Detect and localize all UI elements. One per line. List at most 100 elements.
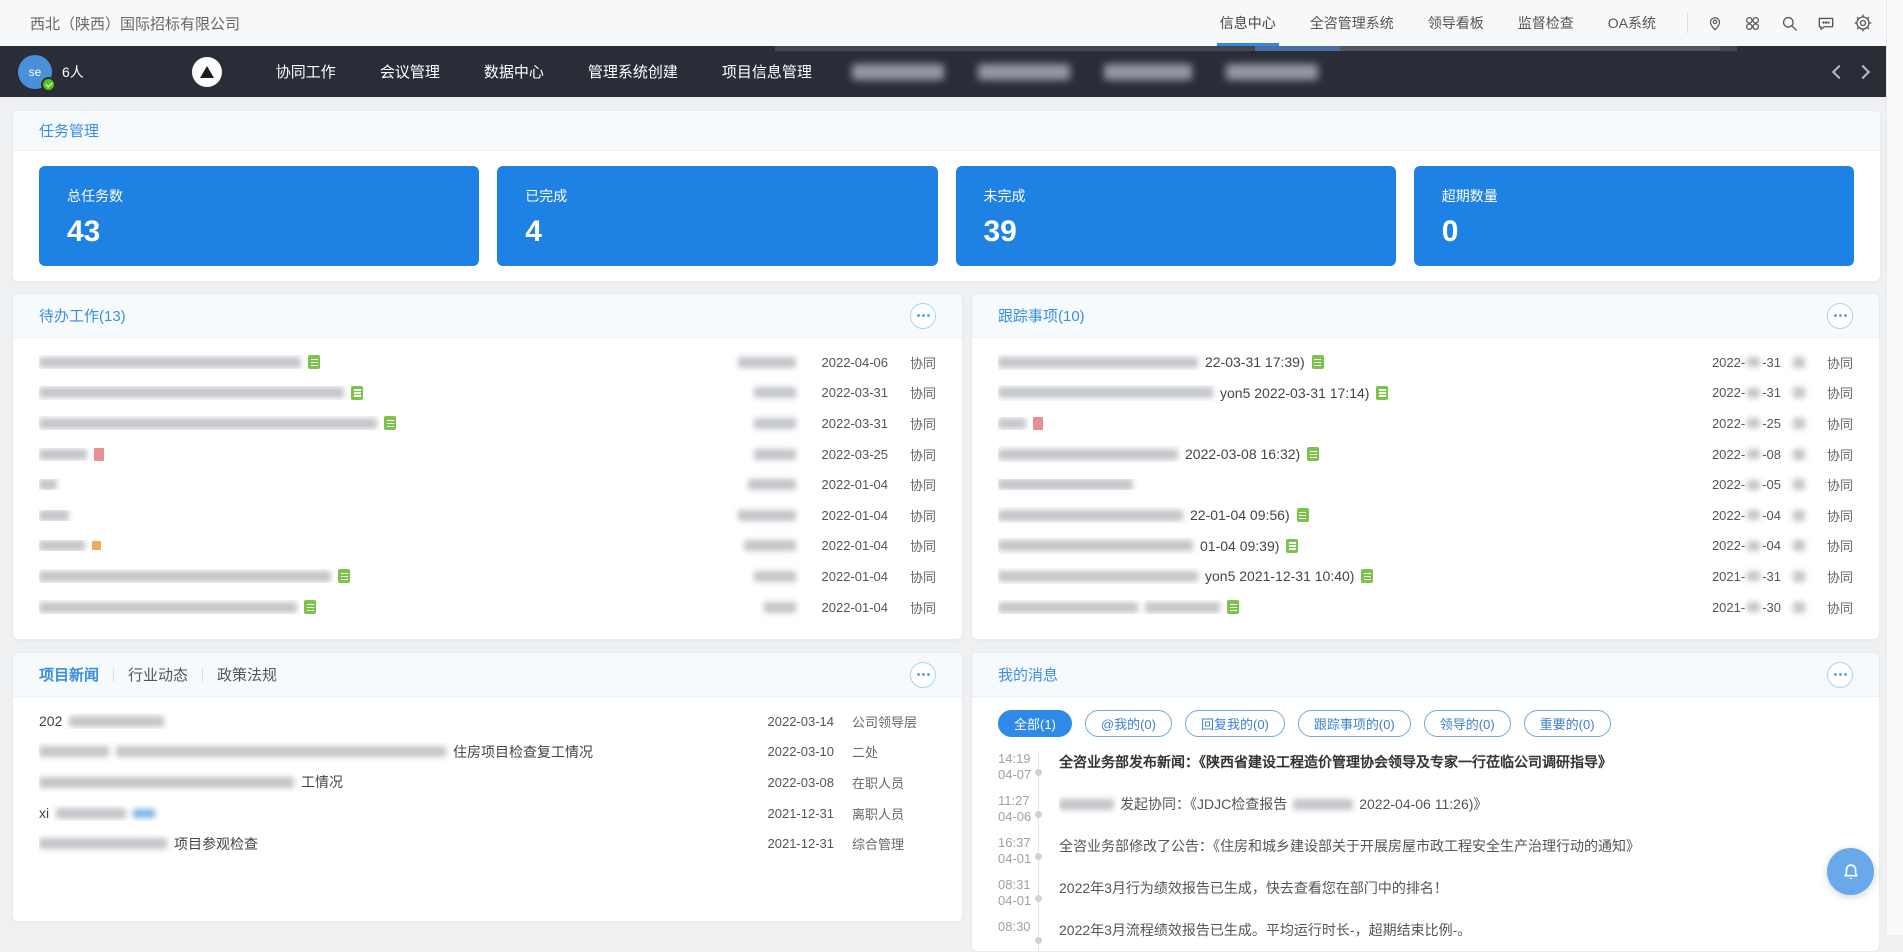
news-row-content: 住房项目检查复工情况 [39, 742, 742, 762]
stat-card[interactable]: 总任务数43 [39, 166, 479, 266]
news-tab[interactable]: 行业动态 [114, 664, 202, 685]
row-category: 在职人员 [852, 773, 936, 792]
triangle-glyph [200, 66, 214, 78]
navbar-menu-item[interactable]: 项目信息管理 [722, 61, 812, 82]
navbar-menu-item[interactable]: 数据中心 [484, 61, 544, 82]
chevron-left-icon[interactable] [1832, 64, 1846, 78]
todo-row[interactable]: 2022-01-04协同 [13, 469, 962, 500]
main-navbar: se 6人 协同工作会议管理数据中心管理系统创建项目信息管理 [0, 46, 1886, 97]
filter-pill[interactable]: 领导的(0) [1424, 710, 1511, 737]
search-icon[interactable] [1779, 13, 1799, 33]
news-row[interactable]: 工情况2022-03-08在职人员 [13, 767, 962, 798]
track-row[interactable]: 2022--25协同 [972, 408, 1879, 439]
todo-row[interactable]: 2022-01-04协同 [13, 531, 962, 562]
track-row[interactable]: 2022--05协同 [972, 469, 1879, 500]
todo-row[interactable]: 2022-03-25协同 [13, 439, 962, 470]
panel-title: 我的消息 [998, 664, 1058, 685]
track-row[interactable]: 2021--30协同 [972, 592, 1879, 623]
app-logo-icon[interactable] [192, 57, 222, 87]
redacted-text [754, 387, 796, 398]
redacted-tab[interactable] [1226, 64, 1318, 80]
more-icon[interactable] [910, 662, 936, 688]
message-item[interactable]: 16:3704-01全咨业务部修改了公告：《住房和城乡建设部关于开展房屋市政工程… [972, 831, 1859, 873]
filter-pill[interactable]: 跟踪事项的(0) [1298, 710, 1411, 737]
more-icon[interactable] [1827, 303, 1853, 329]
filter-pill[interactable]: 重要的(0) [1524, 710, 1611, 737]
topbar-menu-item[interactable]: 监督检查 [1518, 0, 1574, 46]
topbar-right: 信息中心全咨管理系统领导看板监督检查 OA系统 [1220, 0, 1873, 46]
news-row[interactable]: 2022022-03-14公司领导层 [13, 706, 962, 737]
message-filters: 全部(1) @我的(0) 回复我的(0) 跟踪事项的(0) 领导的(0) 重要的(0) [972, 697, 1879, 741]
navbar-menu-item[interactable]: 管理系统创建 [588, 61, 678, 82]
navbar-menu-item[interactable]: 协同工作 [276, 61, 336, 82]
topbar-menu-item[interactable]: 信息中心 [1220, 0, 1276, 46]
track-row[interactable]: 22-01-04 09:56)2022--04协同 [972, 500, 1879, 531]
message-item[interactable]: 14:1904-07全咨业务部发布新闻：《陕西省建设工程造价管理协会领导及专家一… [972, 747, 1859, 789]
news-tab[interactable]: 政策法规 [203, 664, 291, 685]
row-text: 22-01-04 09:56) [1190, 507, 1290, 523]
redacted-text [998, 479, 1133, 490]
track-row[interactable]: 01-04 09:39)2022--04协同 [972, 531, 1879, 562]
redacted-text [1747, 602, 1760, 612]
todo-row[interactable]: 2022-01-04协同 [13, 500, 962, 531]
news-row[interactable]: xi2021-12-31离职人员 [13, 798, 962, 829]
redacted-text [998, 357, 1198, 368]
topbar-menu-item[interactable]: 领导看板 [1428, 0, 1484, 46]
filter-pill[interactable]: 回复我的(0) [1185, 710, 1285, 737]
todo-row[interactable]: 2022-01-04协同 [13, 561, 962, 592]
todo-row[interactable]: 2022-03-31协同 [13, 408, 962, 439]
news-tab[interactable]: 项目新闻 [39, 664, 113, 685]
redacted-text [39, 777, 294, 788]
tab-scrollbar[interactable] [775, 46, 1737, 51]
topbar-menu-item[interactable]: 全咨管理系统 [1310, 0, 1394, 46]
filter-pill[interactable]: @我的(0) [1085, 710, 1172, 737]
location-icon[interactable] [1705, 13, 1725, 33]
doc-icon [304, 600, 316, 614]
chevron-right-icon[interactable] [1856, 64, 1870, 78]
page-scrollbar[interactable] [1886, 0, 1903, 935]
track-row[interactable]: 2022-03-08 16:32)2022--08协同 [972, 439, 1879, 470]
todo-row[interactable]: 2022-04-06协同 [13, 347, 962, 378]
more-icon[interactable] [910, 303, 936, 329]
track-row[interactable]: yon5 2022-03-31 17:14)2022--31协同 [972, 378, 1879, 409]
redacted-tab[interactable] [978, 64, 1070, 80]
chat-icon[interactable] [1816, 13, 1836, 33]
redacted-tab[interactable] [852, 64, 944, 80]
stat-card[interactable]: 超期数量0 [1414, 166, 1854, 266]
redacted-text [744, 540, 796, 551]
track-list: 22-03-31 17:39)2022--31协同yon5 2022-03-31… [972, 338, 1879, 622]
more-icon[interactable] [1827, 662, 1853, 688]
filter-pill[interactable]: 全部(1) [998, 710, 1072, 737]
redacted-tab[interactable] [1104, 64, 1192, 80]
message-item[interactable]: 11:2704-06发起协同：《JDJC检查报告2022-04-06 11:26… [972, 789, 1859, 831]
track-row[interactable]: 22-03-31 17:39)2022--31协同 [972, 347, 1879, 378]
news-row[interactable]: 住房项目检查复工情况2022-03-10二处 [13, 737, 962, 768]
redacted-text [39, 838, 167, 849]
navbar-menu-item[interactable]: 会议管理 [380, 61, 440, 82]
date-prefix: 2022- [1712, 416, 1745, 431]
message-item[interactable]: 08:3104-012022年3月行为绩效报告已生成，快去查看您在部门中的排名！ [972, 873, 1859, 915]
topbar-menu-item[interactable]: OA系统 [1608, 0, 1656, 46]
bell-icon [1840, 861, 1862, 883]
scrollbar-thumb[interactable] [1255, 46, 1340, 51]
row-text: 发起协同：《JDJC检查报告 [1120, 794, 1287, 814]
notifications-button[interactable] [1827, 848, 1874, 895]
row-text: 2022年3月流程绩效报告已生成。平均运行时长-，超期结束比例-。 [1059, 920, 1471, 940]
date: 04-07 [998, 767, 1035, 783]
message-item[interactable]: 08:302022年3月流程绩效报告已生成。平均运行时长-，超期结束比例-。 [972, 915, 1859, 952]
todo-row[interactable]: 2022-03-31协同 [13, 378, 962, 409]
todo-row[interactable]: 2022-01-04协同 [13, 592, 962, 623]
stat-card[interactable]: 已完成4 [497, 166, 937, 266]
message-text: 全咨业务部发布新闻：《陕西省建设工程造价管理协会领导及专家一行莅临公司调研指导》 [1059, 751, 1612, 772]
news-row[interactable]: 项目参观检查2021-12-31综合管理 [13, 828, 962, 859]
stat-card-label: 未完成 [984, 186, 1368, 206]
todo-row-content [39, 355, 726, 369]
avatar[interactable]: se [18, 55, 52, 89]
date-suffix: -30 [1762, 600, 1781, 615]
track-row[interactable]: yon5 2021-12-31 10:40)2021--31协同 [972, 561, 1879, 592]
apps-icon[interactable] [1742, 13, 1762, 33]
settings-icon[interactable] [1853, 13, 1873, 33]
stat-card[interactable]: 未完成39 [956, 166, 1396, 266]
track-row-content [998, 600, 1685, 614]
redacted-text [754, 418, 796, 429]
